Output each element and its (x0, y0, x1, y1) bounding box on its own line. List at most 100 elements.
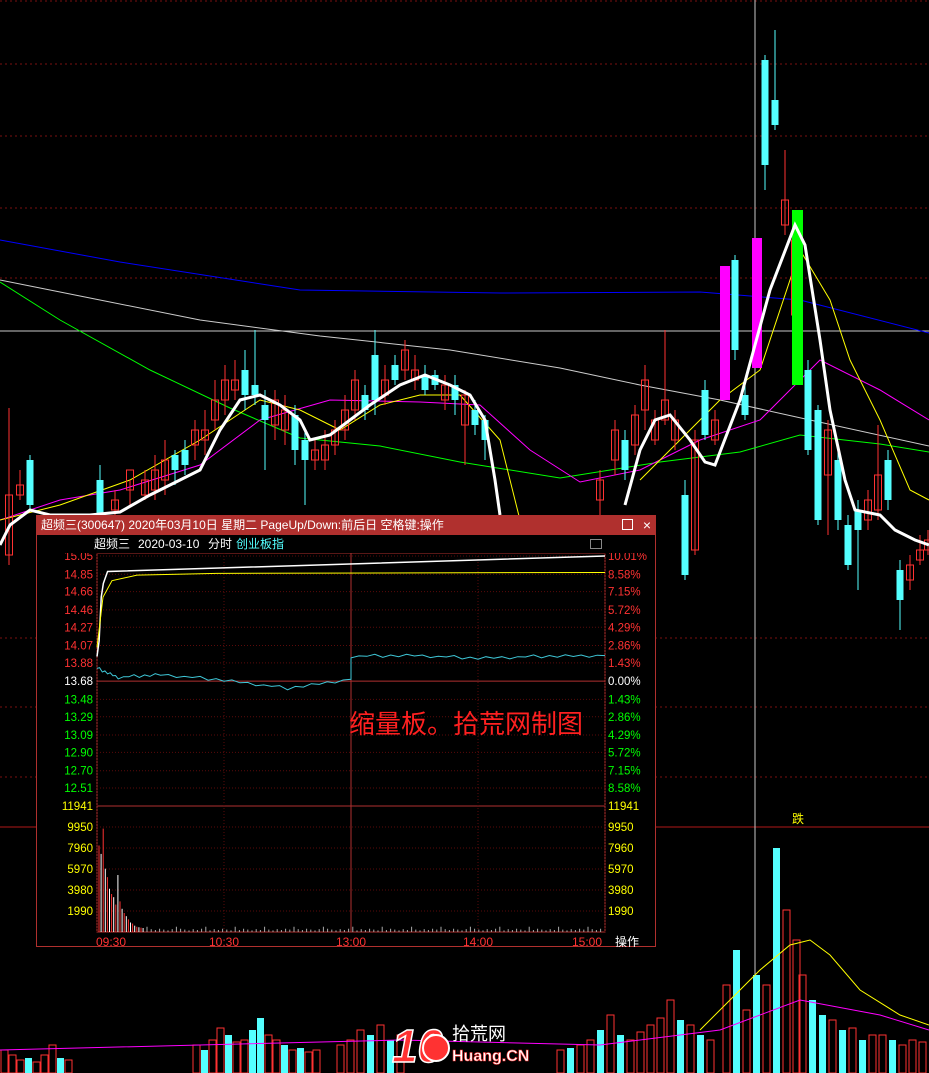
price-tick-label: 14.27 (64, 622, 93, 634)
chart-mode: 分时 (208, 537, 233, 551)
candle-body (621, 440, 629, 470)
percent-tick-label: 4.29% (608, 730, 641, 742)
intraday-popup-window[interactable]: 超频三(300647) 2020年03月10日 星期二 PageUp/Down:… (36, 515, 656, 947)
volume-bar (656, 1017, 665, 1073)
popup-title: 超频三(300647) 2020年03月10日 星期二 PageUp/Down:… (41, 518, 444, 532)
candle-body (301, 440, 309, 460)
close-icon[interactable]: × (643, 516, 651, 534)
volume-bar (249, 1030, 256, 1073)
candle-body (814, 410, 822, 520)
candle-body (834, 460, 842, 520)
volume-bar (809, 1000, 816, 1073)
watermark-sun-icon (422, 1034, 450, 1062)
candle-body (181, 450, 189, 465)
volume-bar (626, 1039, 635, 1073)
volume-tick-label-right: 7960 (608, 843, 634, 855)
volume-bar (8, 1054, 17, 1073)
popup-titlebar[interactable]: 超频三(300647) 2020年03月10日 星期二 PageUp/Down:… (37, 516, 655, 535)
volume-bar (646, 1024, 655, 1073)
index-name[interactable]: 创业板指 (236, 535, 284, 553)
volume-bar (753, 975, 760, 1073)
volume-bar (828, 1019, 837, 1073)
candle-body (896, 570, 904, 600)
volume-bar (733, 950, 740, 1073)
volume-tick-label-right: 9950 (608, 822, 634, 834)
volume-bar (272, 1039, 281, 1073)
volume-tick-label: 5970 (67, 864, 93, 876)
candle-body (681, 495, 689, 575)
candle-body (771, 100, 779, 125)
volume-bar (576, 1044, 585, 1073)
candle-body (884, 460, 892, 500)
limit-up-candle (720, 266, 730, 400)
volume-tick-label-right: 1990 (608, 906, 634, 918)
price-tick-label: 14.66 (64, 587, 93, 599)
volume-bar (878, 1034, 887, 1073)
volume-bar (356, 1029, 365, 1073)
watermark-logo: 10 拾荒网Huang.CN (391, 1019, 529, 1073)
candle-body (171, 455, 179, 470)
volume-bar (819, 1015, 826, 1073)
volume-bar (0, 1049, 9, 1073)
volume-bar (216, 1027, 225, 1073)
price-tick-label: 13.48 (64, 694, 93, 706)
price-tick-label: 13.09 (64, 730, 93, 742)
volume-bar (773, 848, 780, 1073)
time-tick-label: 15:00 (572, 935, 602, 947)
volume-tick-label: 11941 (62, 801, 93, 813)
candle-body (371, 355, 379, 400)
percent-tick-label: 5.72% (608, 605, 641, 617)
chart-annotation: 缩量板。拾荒网制图 (349, 709, 583, 739)
volume-bar (889, 1040, 896, 1073)
volume-bar (636, 1031, 645, 1073)
volume-bar (32, 1061, 41, 1073)
volume-bar (762, 984, 771, 1073)
time-tick-label: 13:00 (336, 935, 366, 947)
price-tick-label: 13.88 (64, 658, 93, 670)
percent-tick-label: 2.86% (608, 641, 641, 653)
candle-body (854, 510, 862, 530)
candle-body (241, 370, 249, 395)
volume-bar (40, 1054, 49, 1073)
price-tick-label: 14.07 (64, 641, 93, 653)
intraday-chart[interactable]: 15.05 10.01% 14.85 8.58% 14.66 7.15% 14.46 5.72… (37, 553, 655, 947)
price-tick-label: 14.85 (64, 569, 93, 581)
volume-bar (304, 1051, 313, 1073)
candle-body (391, 365, 399, 380)
volume-bar (336, 1044, 345, 1073)
watermark-brand-en: Huang.CN (452, 1048, 529, 1065)
volume-bar (281, 1045, 288, 1073)
volume-bar (848, 1027, 857, 1073)
percent-tick-label: 10.01% (608, 553, 647, 563)
time-tick-label: 09:30 (96, 935, 126, 947)
price-tick-label: 13.29 (64, 712, 93, 724)
ma5-line (623, 221, 929, 547)
drop-marker-label: 跌 (792, 811, 804, 826)
volume-bar (686, 1024, 695, 1073)
volume-bar (868, 1034, 877, 1073)
volume-bar (297, 1048, 304, 1073)
volume-bar (376, 1024, 385, 1073)
percent-tick-label: 8.58% (608, 783, 641, 795)
candle-body (741, 395, 749, 415)
panel-toggle-icon[interactable] (590, 539, 602, 549)
volume-bar (346, 1039, 355, 1073)
volume-tick-label-right: 5970 (608, 864, 634, 876)
price-tick-label: 12.70 (64, 766, 93, 778)
volume-bar (706, 1039, 715, 1073)
stock-name: 超频三 (94, 537, 131, 551)
percent-tick-label: 0.00% (608, 676, 641, 688)
candle-body (731, 260, 739, 350)
volume-bar (192, 1044, 201, 1073)
candle-body (26, 460, 34, 505)
volume-bar (264, 1034, 273, 1073)
volume-bar (617, 1035, 624, 1073)
maximize-icon[interactable] (622, 519, 633, 530)
volume-bar (908, 1039, 917, 1073)
price-tick-label: 15.05 (64, 553, 93, 563)
candle-body (761, 60, 769, 165)
time-tick-label: 10:30 (209, 935, 239, 947)
trade-date: 2020-03-10 (138, 537, 200, 551)
candle-body (261, 405, 269, 420)
candle-body (471, 410, 479, 425)
